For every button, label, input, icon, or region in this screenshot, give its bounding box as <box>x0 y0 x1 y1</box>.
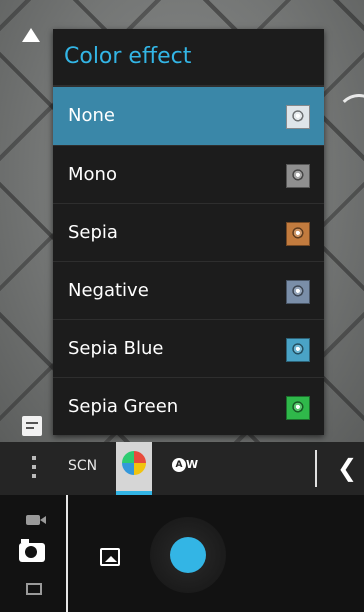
effect-item-mono[interactable]: Mono <box>53 145 324 203</box>
effect-item-negative[interactable]: Negative <box>53 261 324 319</box>
effect-item-sepia-blue[interactable]: Sepia Blue <box>53 319 324 377</box>
panorama-icon[interactable] <box>26 583 42 595</box>
color-effect-popup: Color effect None Mono Sepia Negative Se… <box>53 29 324 435</box>
strip-divider <box>315 450 317 487</box>
shutter-button[interactable] <box>170 537 206 573</box>
effect-item-sepia-green[interactable]: Sepia Green <box>53 377 324 435</box>
effect-label: Sepia Green <box>68 396 179 417</box>
effect-negative-icon <box>286 280 310 304</box>
effect-sepia-blue-icon <box>286 338 310 362</box>
effect-label: Sepia <box>68 222 118 243</box>
effect-label: Negative <box>68 280 149 301</box>
scene-marker-icon <box>22 28 40 42</box>
document-icon <box>22 416 42 436</box>
camera-control-bar <box>0 495 364 612</box>
scene-mode-button[interactable]: SCN <box>68 458 97 474</box>
camera-settings-strip: SCN AW ❮ <box>0 442 364 495</box>
chevron-left-icon[interactable]: ❮ <box>337 454 357 482</box>
effect-label: Sepia Blue <box>68 338 164 359</box>
shutter-ring <box>150 517 226 593</box>
auto-circle: A <box>172 458 186 472</box>
more-options-icon[interactable] <box>32 456 36 482</box>
control-wheel-icon <box>336 94 364 140</box>
effect-none-icon <box>286 105 310 129</box>
camera-icon[interactable] <box>19 539 45 562</box>
white-balance-button[interactable]: AW <box>172 458 198 476</box>
popup-title: Color effect <box>53 29 324 87</box>
effect-sepia-green-icon <box>286 396 310 420</box>
effect-item-sepia[interactable]: Sepia <box>53 203 324 261</box>
effect-sepia-icon <box>286 222 310 246</box>
white-balance-label: W <box>186 458 199 471</box>
gallery-icon[interactable] <box>100 548 120 566</box>
effect-mono-icon <box>286 164 310 188</box>
color-effect-button[interactable] <box>116 442 152 495</box>
mode-switcher <box>0 495 68 612</box>
effect-item-none[interactable]: None <box>53 87 324 145</box>
video-icon[interactable] <box>26 515 46 525</box>
effect-label: None <box>68 105 115 126</box>
effect-label: Mono <box>68 164 117 185</box>
